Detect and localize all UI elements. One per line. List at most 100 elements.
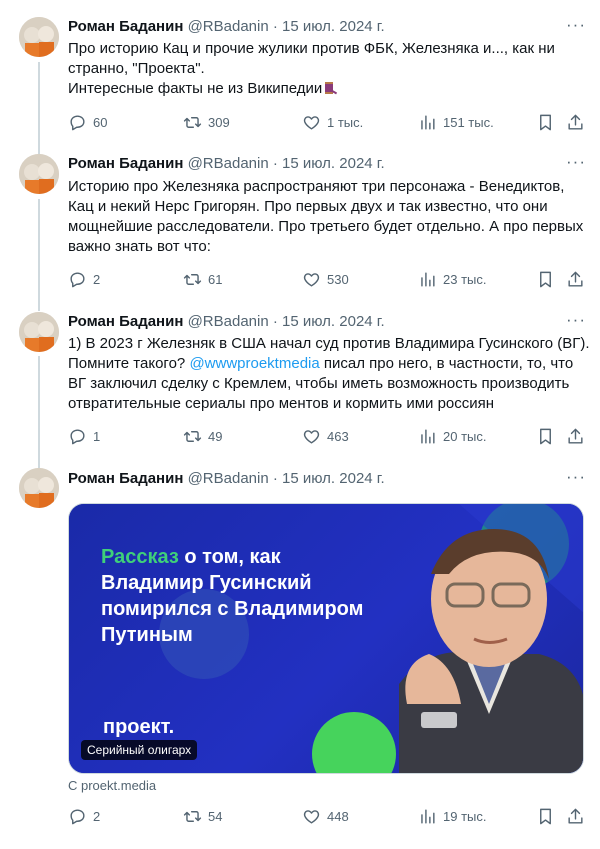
tweet-line: мощнейшие расследователи. Про третьего б… bbox=[68, 218, 584, 235]
more-options-icon[interactable]: ··· bbox=[566, 311, 586, 333]
retweet-button[interactable]: 49 bbox=[183, 426, 222, 446]
heart-icon bbox=[303, 115, 320, 130]
mention-link[interactable]: @wwwproektmedia bbox=[189, 355, 319, 372]
tweet-date[interactable]: 15 июл. 2024 г. bbox=[282, 313, 385, 330]
bookmark-icon bbox=[540, 428, 551, 444]
reply-button[interactable]: 2 bbox=[68, 269, 100, 289]
author-handle[interactable]: @RBadanin bbox=[188, 18, 269, 35]
avatar[interactable] bbox=[19, 312, 59, 352]
card-source-link[interactable]: С proekt.media bbox=[68, 778, 156, 793]
views-button[interactable]: 19 тыс. bbox=[418, 806, 486, 826]
bookmark-button[interactable] bbox=[536, 269, 555, 289]
bookmark-button[interactable] bbox=[536, 426, 555, 446]
avatar[interactable] bbox=[19, 468, 59, 508]
reply-icon bbox=[70, 271, 85, 287]
tweet-header: Роман Баданин @RBadanin · 15 июл. 2024 г… bbox=[68, 469, 385, 489]
reply-icon bbox=[70, 428, 85, 444]
reply-icon bbox=[70, 808, 85, 824]
like-button[interactable]: 530 bbox=[302, 269, 349, 289]
share-button[interactable] bbox=[566, 426, 585, 446]
separator-dot: · bbox=[272, 313, 278, 330]
separator-dot: · bbox=[272, 470, 278, 487]
more-options-icon[interactable]: ··· bbox=[566, 468, 586, 490]
share-button[interactable] bbox=[566, 112, 585, 132]
reply-button[interactable]: 2 bbox=[68, 806, 100, 826]
like-button[interactable]: 463 bbox=[302, 426, 349, 446]
tweet[interactable]: Роман Баданин @RBadanin · 15 июл. 2024 г… bbox=[0, 150, 600, 308]
retweet-button[interactable]: 54 bbox=[183, 806, 222, 826]
tweet-line: Кац и некий Нерс Григорян. Про первых дв… bbox=[68, 198, 548, 215]
views-icon bbox=[421, 271, 435, 287]
tweet-line: Историю про Железняка распространяют три… bbox=[68, 178, 565, 195]
views-icon bbox=[421, 428, 435, 444]
tweet[interactable]: Роман Баданин @RBadanin · 15 июл. 2024 г… bbox=[0, 308, 600, 466]
like-button[interactable]: 1 тыс. bbox=[302, 112, 363, 132]
author-name[interactable]: Роман Баданин bbox=[68, 313, 183, 330]
retweet-button[interactable]: 61 bbox=[183, 269, 222, 289]
more-options-icon[interactable]: ··· bbox=[566, 153, 586, 175]
heart-icon bbox=[303, 429, 320, 444]
tweet-text: Историю про Железняка распространяют три… bbox=[68, 177, 588, 257]
reply-icon bbox=[70, 114, 85, 130]
thread-spool-emoji bbox=[322, 80, 338, 96]
tweet-header: Роман Баданин @RBadanin · 15 июл. 2024 г… bbox=[68, 312, 385, 332]
tweet-text: Про историю Кац и прочие жулики против Ф… bbox=[68, 39, 588, 99]
tweet-line: странно, "Проекта". bbox=[68, 60, 205, 77]
author-handle[interactable]: @RBadanin bbox=[188, 470, 269, 487]
retweet-button[interactable]: 309 bbox=[183, 112, 230, 132]
tweet[interactable]: Роман Баданин @RBadanin · 15 июл. 2024 г… bbox=[0, 0, 600, 150]
share-icon bbox=[568, 808, 583, 824]
views-button[interactable]: 20 тыс. bbox=[418, 426, 486, 446]
card-brand-logo: проект. bbox=[103, 716, 175, 738]
share-button[interactable] bbox=[566, 806, 585, 826]
more-options-icon[interactable]: ··· bbox=[566, 16, 586, 38]
retweet-icon bbox=[183, 273, 202, 285]
share-button[interactable] bbox=[566, 269, 585, 289]
tweet-line: отвратительные сериалы про ментов и корм… bbox=[68, 395, 495, 412]
views-icon bbox=[421, 808, 435, 824]
tweet-date[interactable]: 15 июл. 2024 г. bbox=[282, 18, 385, 35]
link-card[interactable]: Рассказ о том, как Владимир Гусинский по… bbox=[68, 503, 584, 774]
tweet-line: ВГ заключил сделку с Кремлем, чтобы имет… bbox=[68, 375, 570, 392]
avatar[interactable] bbox=[19, 154, 59, 194]
share-icon bbox=[568, 428, 583, 444]
share-icon bbox=[568, 114, 583, 130]
bookmark-icon bbox=[540, 808, 551, 824]
views-button[interactable]: 23 тыс. bbox=[418, 269, 486, 289]
retweet-icon bbox=[183, 430, 202, 442]
tweet-line: Помните такого? @wwwproektmedia писал пр… bbox=[68, 355, 574, 372]
bookmark-icon bbox=[540, 271, 551, 287]
author-name[interactable]: Роман Баданин bbox=[68, 470, 183, 487]
tweet-date[interactable]: 15 июл. 2024 г. bbox=[282, 470, 385, 487]
card-headline-accent: Рассказ bbox=[101, 546, 179, 568]
tweet-header: Роман Баданин @RBadanin · 15 июл. 2024 г… bbox=[68, 17, 385, 37]
views-button[interactable]: 151 тыс. bbox=[418, 112, 494, 132]
heart-icon bbox=[303, 809, 320, 824]
retweet-icon bbox=[183, 810, 202, 822]
tweet-actions: 2 54 448 19 тыс. bbox=[68, 806, 588, 826]
tweet-line: Про историю Кац и прочие жулики против Ф… bbox=[68, 40, 555, 57]
author-handle[interactable]: @RBadanin bbox=[188, 155, 269, 172]
tweet-date[interactable]: 15 июл. 2024 г. bbox=[282, 155, 385, 172]
bookmark-button[interactable] bbox=[536, 806, 555, 826]
reply-button[interactable]: 1 bbox=[68, 426, 100, 446]
reply-button[interactable]: 60 bbox=[68, 112, 107, 132]
separator-dot: · bbox=[272, 155, 278, 172]
retweet-icon bbox=[183, 116, 202, 128]
like-button[interactable]: 448 bbox=[302, 806, 349, 826]
bookmark-button[interactable] bbox=[536, 112, 555, 132]
tweet-line: 1) В 2023 г Железняк в США начал суд про… bbox=[68, 335, 590, 352]
tweet-actions: 1 49 463 20 тыс. bbox=[68, 426, 588, 446]
avatar[interactable] bbox=[19, 17, 59, 57]
author-handle[interactable]: @RBadanin bbox=[188, 313, 269, 330]
author-name[interactable]: Роман Баданин bbox=[68, 18, 183, 35]
card-headline: Рассказ о том, как Владимир Гусинский по… bbox=[101, 546, 364, 646]
separator-dot: · bbox=[272, 18, 278, 35]
author-name[interactable]: Роман Баданин bbox=[68, 155, 183, 172]
heart-icon bbox=[303, 272, 320, 287]
tweet-actions: 60 309 1 тыс. 151 тыс. bbox=[68, 112, 588, 132]
views-icon bbox=[421, 114, 435, 130]
tweet-line: Интересные факты не из Википедии bbox=[68, 79, 588, 99]
card-badge: Серийный олигарх bbox=[81, 740, 198, 760]
tweet-text: 1) В 2023 г Железняк в США начал суд про… bbox=[68, 334, 590, 414]
